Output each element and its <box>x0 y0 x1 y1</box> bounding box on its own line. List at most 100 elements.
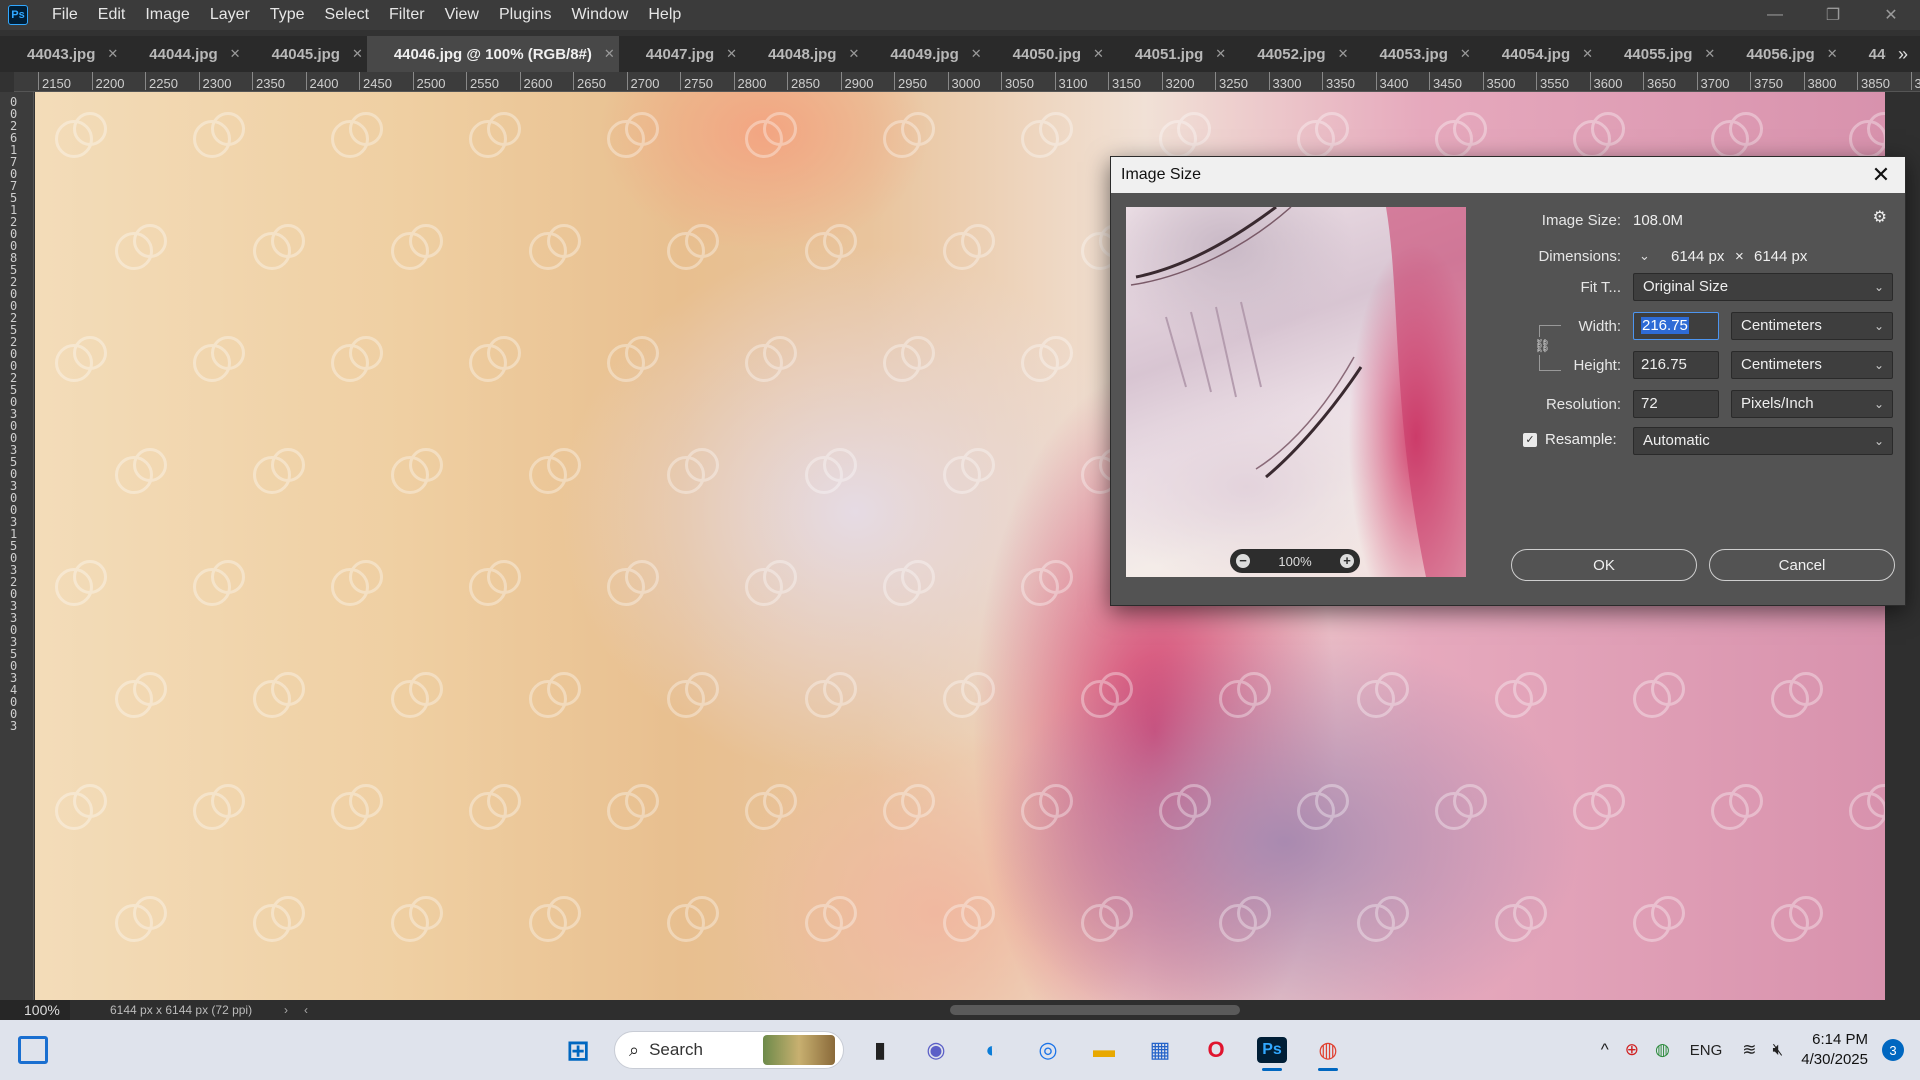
link-icon[interactable]: ⛓ <box>1534 337 1551 355</box>
clock-time: 6:14 PM <box>1812 1031 1868 1048</box>
tab-close-icon[interactable]: ✕ <box>1827 46 1838 62</box>
watermark-logo-icon <box>391 896 481 946</box>
horizontal-scroll-thumb[interactable] <box>950 1005 1240 1015</box>
document-tab[interactable]: 44051.jpg ✕ <box>1108 36 1230 72</box>
watermark-logo-icon <box>331 560 421 610</box>
tab-label: 44046.jpg @ 100% (RGB/8#) <box>393 45 592 63</box>
photoshop-icon[interactable]: Ps <box>1250 1028 1294 1072</box>
menu-file[interactable]: File <box>42 0 88 30</box>
minimize-icon[interactable]: — <box>1746 0 1804 30</box>
horizontal-scrollbar[interactable] <box>320 1003 1900 1017</box>
vpn-icon[interactable]: ⊕ <box>1625 1040 1639 1060</box>
menu-help[interactable]: Help <box>638 0 691 30</box>
clock[interactable]: 6:14 PM 4/30/2025 <box>1801 1030 1868 1070</box>
tab-close-icon[interactable]: ✕ <box>107 46 118 62</box>
tab-close-icon[interactable]: ✕ <box>1704 46 1715 62</box>
image-size-value: 108.0M <box>1633 212 1684 229</box>
document-tab[interactable]: 44044.jpg ✕ <box>122 36 244 72</box>
task-view-icon[interactable]: ▮ <box>858 1028 902 1072</box>
ruler-tick-label: 3600 <box>1589 72 1623 91</box>
cancel-button[interactable]: Cancel <box>1709 549 1895 581</box>
opera-icon[interactable]: O <box>1194 1028 1238 1072</box>
document-tab[interactable]: 44049.jpg ✕ <box>863 36 985 72</box>
dialog-titlebar[interactable]: Image Size ✕ <box>1111 157 1905 193</box>
menu-window[interactable]: Window <box>561 0 638 30</box>
document-tab[interactable]: 44054.jpg ✕ <box>1475 36 1597 72</box>
photoshop-logo-icon[interactable]: Ps <box>8 5 28 25</box>
edge-icon[interactable]: ◐ <box>970 1028 1014 1072</box>
zoom-level[interactable]: 100% <box>0 1000 70 1020</box>
document-tab[interactable]: 44056.jpg ✕ <box>1719 36 1841 72</box>
document-tab[interactable]: 44053.jpg ✕ <box>1352 36 1474 72</box>
close-window-icon[interactable]: ✕ <box>1862 0 1920 30</box>
dialog-close-icon[interactable]: ✕ <box>1867 161 1895 189</box>
tab-close-icon[interactable]: ✕ <box>1460 46 1471 62</box>
scroll-left-icon[interactable]: ‹ <box>304 1003 308 1017</box>
teams-icon[interactable]: ◉ <box>914 1028 958 1072</box>
document-tab[interactable]: 44052.jpg ✕ <box>1230 36 1352 72</box>
camera-icon[interactable]: ◎ <box>1026 1028 1070 1072</box>
width-input[interactable]: 216.75 <box>1633 312 1719 340</box>
ok-button[interactable]: OK <box>1511 549 1697 581</box>
status-menu-arrow-icon[interactable]: › <box>284 1003 288 1017</box>
tab-overflow-icon[interactable]: » <box>1886 36 1920 72</box>
menu-plugins[interactable]: Plugins <box>489 0 561 30</box>
menu-view[interactable]: View <box>435 0 489 30</box>
ruler-tick-label: 2850 <box>787 72 820 91</box>
tab-close-icon[interactable]: ✕ <box>848 46 859 62</box>
taskbar-search[interactable]: ⌕ Search <box>614 1031 844 1069</box>
menu-layer[interactable]: Layer <box>200 0 260 30</box>
resample-dropdown[interactable]: Automatic ⌄ <box>1633 427 1893 455</box>
file-explorer-icon[interactable]: ▬ <box>1082 1028 1126 1072</box>
restore-icon[interactable]: ❐ <box>1804 0 1862 30</box>
zoom-in-icon[interactable]: + <box>1340 554 1354 568</box>
menu-type[interactable]: Type <box>260 0 315 30</box>
document-tab[interactable]: 44050.jpg ✕ <box>986 36 1108 72</box>
volume-muted-icon[interactable]: 🔇︎ <box>1773 1040 1784 1060</box>
wifi-icon[interactable]: ≋ <box>1742 1040 1756 1060</box>
ruler-tick-label: 3000 <box>947 72 981 91</box>
fit-to-value: Original Size <box>1643 278 1729 295</box>
menu-filter[interactable]: Filter <box>379 0 435 30</box>
document-tab[interactable]: 44048.jpg ✕ <box>741 36 863 72</box>
document-tab[interactable]: 44046.jpg @ 100% (RGB/8#) ✕ <box>366 36 619 72</box>
language-indicator[interactable]: ENG <box>1690 1042 1723 1059</box>
width-label: Width: <box>1578 318 1621 335</box>
width-unit-dropdown[interactable]: Centimeters ⌄ <box>1731 312 1893 340</box>
menu-image[interactable]: Image <box>135 0 199 30</box>
tab-close-icon[interactable]: ✕ <box>604 46 615 62</box>
tab-close-icon[interactable]: ✕ <box>1338 46 1349 62</box>
tab-close-icon[interactable]: ✕ <box>971 46 982 62</box>
height-input[interactable]: 216.75 <box>1633 351 1719 379</box>
tab-close-icon[interactable]: ✕ <box>352 46 363 62</box>
chevron-up-icon[interactable]: ^ <box>1601 1040 1609 1060</box>
document-tab[interactable]: 44047.jpg ✕ <box>619 36 741 72</box>
image-preview[interactable]: − 100% + <box>1126 207 1466 577</box>
resolution-input[interactable]: 72 <box>1633 390 1719 418</box>
tab-close-icon[interactable]: ✕ <box>1093 46 1104 62</box>
tab-close-icon[interactable]: ✕ <box>1582 46 1593 62</box>
zoom-out-icon[interactable]: − <box>1236 554 1250 568</box>
resample-checkbox[interactable]: ✓ <box>1523 433 1537 447</box>
chrome-icon[interactable]: ◍ <box>1306 1028 1350 1072</box>
tab-close-icon[interactable]: ✕ <box>230 46 241 62</box>
document-tab[interactable]: 44055.jpg ✕ <box>1597 36 1719 72</box>
menu-edit[interactable]: Edit <box>88 0 136 30</box>
tab-close-icon[interactable]: ✕ <box>1215 46 1226 62</box>
widgets-icon[interactable] <box>18 1036 48 1064</box>
notification-badge[interactable]: 3 <box>1882 1039 1904 1061</box>
height-unit-dropdown[interactable]: Centimeters ⌄ <box>1731 351 1893 379</box>
ruler-tick-label: 3200 <box>1161 72 1195 91</box>
menu-select[interactable]: Select <box>315 0 379 30</box>
document-tab[interactable]: 44045.jpg ✕ <box>245 36 367 72</box>
tab-close-icon[interactable]: ✕ <box>726 46 737 62</box>
gear-icon[interactable]: ⚙ <box>1873 207 1887 227</box>
fit-to-dropdown[interactable]: Original Size ⌄ <box>1633 273 1893 301</box>
document-tab[interactable]: 44043.jpg ✕ <box>0 36 122 72</box>
store-icon[interactable]: ▦ <box>1138 1028 1182 1072</box>
dimensions-chevron-icon[interactable]: ⌄ <box>1639 248 1650 264</box>
start-icon[interactable]: ⊞ <box>556 1028 600 1072</box>
resolution-unit-dropdown[interactable]: Pixels/Inch ⌄ <box>1731 390 1893 418</box>
network-globe-icon[interactable]: ◍ <box>1655 1040 1670 1060</box>
ruler-tick-label: 2750 <box>680 72 713 91</box>
